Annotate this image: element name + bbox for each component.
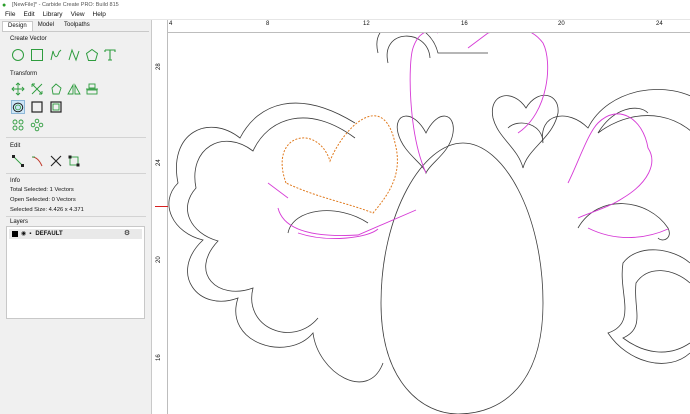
toolpath-left-lower — [297, 228, 379, 239]
ruler-label: 4 — [169, 21, 173, 27]
rectangle-tool-icon[interactable] — [30, 48, 44, 62]
array-tool-icon[interactable] — [11, 118, 25, 132]
vector-drawing[interactable] — [168, 33, 690, 414]
menu-library[interactable]: Library — [43, 11, 63, 18]
ruler-label: 16 — [461, 21, 468, 27]
gear-icon[interactable]: ⚙ — [122, 230, 132, 238]
app-icon: ● — [2, 1, 7, 9]
circle-tool-icon[interactable] — [11, 48, 25, 62]
sidebar-tabs: Design Model Toolpaths — [2, 21, 149, 32]
lock-icon[interactable]: ▪ — [29, 231, 31, 237]
toolpath-left-arc — [277, 207, 417, 236]
window-title: [NewFile]* - Carbide Create PRO: Build 8… — [12, 2, 119, 8]
ruler-label: 16 — [156, 354, 162, 361]
menu-edit[interactable]: Edit — [23, 11, 34, 18]
design-canvas-area[interactable]: 4 8 12 16 20 24 28 24 20 16 — [155, 20, 690, 414]
toolpath-right-heart — [567, 113, 653, 219]
vector-top-arc-inner[interactable] — [386, 35, 431, 64]
trim-tool-icon[interactable] — [49, 154, 63, 168]
polygon-tool-icon[interactable] — [85, 48, 99, 62]
scale-tool-icon[interactable] — [30, 82, 44, 96]
ruler-label: 20 — [156, 256, 162, 263]
smooth-curve-icon[interactable] — [30, 154, 44, 168]
vector-center-oval[interactable] — [380, 142, 544, 414]
layer-name: DEFAULT — [35, 231, 63, 237]
align-tool-icon[interactable] — [85, 82, 99, 96]
vector-small-heart-right[interactable] — [491, 94, 559, 169]
divider — [6, 173, 146, 174]
toolpath-right-lower — [587, 227, 669, 238]
tab-model[interactable]: Model — [33, 21, 59, 31]
node-edit-icon[interactable] — [11, 154, 25, 168]
info-heading: Info — [10, 178, 21, 184]
text-tool-icon[interactable] — [103, 48, 117, 62]
vertical-ruler: 28 24 20 16 — [155, 20, 168, 414]
ruler-label: 24 — [656, 21, 663, 27]
ruler-label: 24 — [156, 159, 162, 166]
join-vectors-icon[interactable] — [67, 154, 81, 168]
curve-tool-icon[interactable] — [49, 48, 63, 62]
move-tool-icon[interactable] — [11, 82, 25, 96]
tab-toolpaths[interactable]: Toolpaths — [59, 21, 95, 31]
menu-file[interactable]: File — [5, 11, 15, 18]
tab-design[interactable]: Design — [2, 21, 33, 31]
menu-bar: File Edit Library View Help — [0, 10, 690, 20]
vector-right-lower-inner[interactable] — [622, 270, 690, 353]
vector-outer-scallop-left[interactable] — [168, 102, 384, 383]
ruler-position-marker — [155, 206, 168, 207]
divider — [6, 137, 146, 138]
polyline-tool-icon[interactable] — [67, 48, 81, 62]
layers-heading: Layers — [10, 219, 29, 225]
boolean-union-icon[interactable] — [30, 100, 44, 114]
divider — [6, 216, 146, 217]
mirror-tool-icon[interactable] — [67, 82, 81, 96]
ruler-label: 20 — [558, 21, 565, 27]
eye-icon[interactable]: ◉ — [21, 231, 26, 237]
vector-right-inner-arc[interactable] — [577, 203, 670, 241]
horizontal-ruler: 4 8 12 16 20 24 — [155, 20, 690, 33]
rotate-tool-icon[interactable] — [49, 82, 63, 96]
design-sidebar: Design Model Toolpaths Create Vector Tra… — [0, 20, 152, 414]
create-vector-heading: Create Vector — [10, 36, 47, 42]
vector-small-heart-left[interactable] — [396, 115, 454, 175]
transform-heading: Transform — [10, 71, 38, 77]
menu-view[interactable]: View — [71, 11, 85, 18]
ruler-label: 28 — [156, 63, 162, 70]
toolpath-heart-top-right — [467, 33, 549, 134]
total-selected-text: Total Selected: 1 Vectors — [10, 187, 74, 193]
open-selected-text: Open Selected: 0 Vectors — [10, 197, 76, 203]
circular-array-icon[interactable] — [30, 118, 44, 132]
selected-heart-vector[interactable] — [281, 115, 398, 214]
toolpath-heart-top-left — [409, 33, 438, 174]
selected-size-text: Selected Size: 4.426 x 4.371 — [10, 207, 84, 213]
title-bar: ● [NewFile]* - Carbide Create PRO: Build… — [0, 0, 690, 10]
layer-color-swatch[interactable] — [12, 231, 18, 237]
layer-row[interactable]: ◉ ▪ DEFAULT ⚙ — [9, 229, 142, 239]
vector-right-lower-scallop[interactable] — [607, 249, 690, 364]
boolean-intersect-icon[interactable] — [49, 100, 63, 114]
selection-connector — [267, 182, 289, 199]
menu-help[interactable]: Help — [93, 11, 106, 18]
vector-outer-scallop-right[interactable] — [507, 89, 690, 144]
layers-panel: ◉ ▪ DEFAULT ⚙ — [6, 226, 145, 319]
vector-top-arc[interactable] — [376, 33, 488, 54]
ruler-label: 8 — [266, 21, 270, 27]
offset-tool-icon[interactable] — [11, 100, 25, 114]
ruler-label: 12 — [363, 21, 370, 27]
edit-heading: Edit — [10, 143, 21, 149]
